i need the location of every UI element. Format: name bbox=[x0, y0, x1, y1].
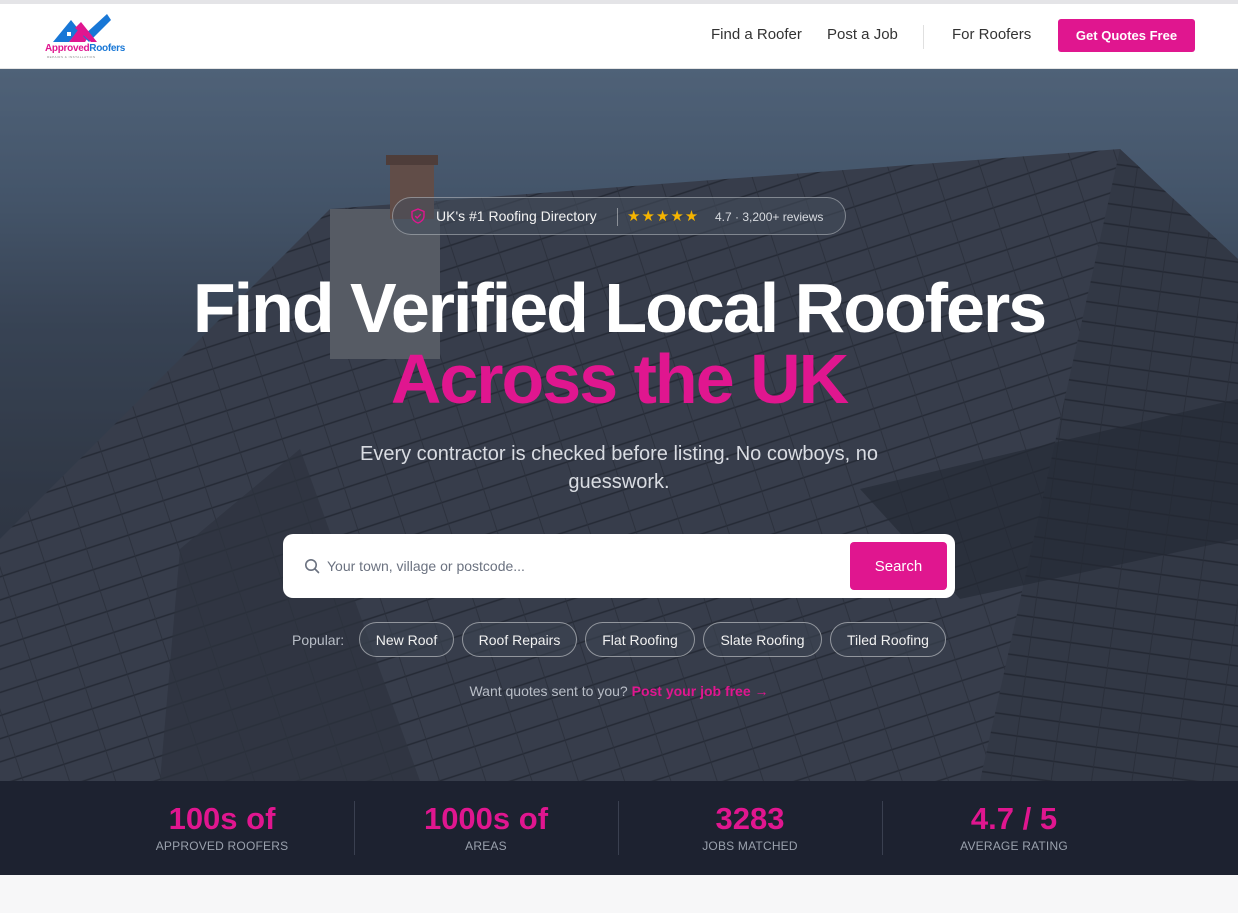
logo-wordmark: ApprovedRoofers bbox=[45, 43, 125, 54]
nav-find-a-roofer[interactable]: Find a Roofer bbox=[711, 26, 802, 43]
stat-value: 1000s of bbox=[423, 801, 549, 836]
stat-value: 4.7 / 5 bbox=[970, 801, 1058, 836]
directory-badge: UK's #1 Roofing Directory ★★★★★ 4.7 · 3,… bbox=[392, 197, 846, 235]
chip-new-roof[interactable]: New Roof bbox=[359, 622, 454, 657]
chip-slate-roofing[interactable]: Slate Roofing bbox=[703, 622, 822, 657]
nav-divider bbox=[923, 25, 924, 49]
post-job-prompt: Want quotes sent to you? Post your job f… bbox=[0, 683, 1238, 699]
stat-label: Areas bbox=[465, 839, 507, 853]
hero-overlay bbox=[0, 69, 1238, 781]
location-search-input[interactable] bbox=[327, 550, 837, 582]
stat-value: 100s of bbox=[168, 801, 276, 836]
stat-areas: 1000s of Areas bbox=[354, 781, 618, 875]
hero-section: UK's #1 Roofing Directory ★★★★★ 4.7 · 3,… bbox=[0, 69, 1238, 781]
logo-tagline: REPAIRS & INSTALLATION bbox=[47, 55, 96, 59]
badge-text: UK's #1 Roofing Directory bbox=[436, 208, 597, 224]
hero-title-line1: Find Verified Local Roofers bbox=[192, 269, 1047, 347]
star-rating-icon: ★★★★★ bbox=[627, 208, 700, 225]
stat-jobs-matched: 3283 Jobs Matched bbox=[618, 781, 882, 875]
popular-label: Popular: bbox=[292, 632, 345, 648]
search-button[interactable]: Search bbox=[850, 542, 947, 590]
chip-flat-roofing[interactable]: Flat Roofing bbox=[585, 622, 695, 657]
stat-label: Jobs Matched bbox=[702, 839, 798, 853]
stats-bar: 100s of Approved Roofers 1000s of Areas … bbox=[0, 781, 1238, 875]
chip-roof-repairs[interactable]: Roof Repairs bbox=[462, 622, 577, 657]
chip-tiled-roofing[interactable]: Tiled Roofing bbox=[830, 622, 946, 657]
hero-subtitle: Every contractor is checked before listi… bbox=[359, 443, 879, 493]
hero-title-line2: Across the UK bbox=[390, 340, 849, 418]
site-header: ApprovedRoofers REPAIRS & INSTALLATION F… bbox=[0, 4, 1238, 69]
roof-logo-icon bbox=[53, 14, 111, 42]
badge-rating: 4.7 · 3,200+ reviews bbox=[715, 210, 824, 224]
post-job-link[interactable]: Post your job free → bbox=[632, 683, 769, 699]
stat-label: Average Rating bbox=[960, 839, 1068, 853]
stat-label: Approved Roofers bbox=[155, 839, 289, 853]
post-job-text: Want quotes sent to you? bbox=[469, 683, 628, 699]
search-icon bbox=[305, 559, 320, 574]
nav-for-roofers[interactable]: For Roofers bbox=[952, 26, 1031, 43]
logo[interactable]: ApprovedRoofers REPAIRS & INSTALLATION bbox=[45, 14, 125, 60]
badge-separator bbox=[617, 208, 618, 226]
stat-average-rating: 4.7 / 5 Average Rating bbox=[882, 781, 1146, 875]
nav-post-a-job[interactable]: Post a Job bbox=[827, 26, 898, 43]
search-bar: Search bbox=[283, 534, 955, 598]
shield-check-icon bbox=[411, 208, 425, 224]
stat-value: 3283 bbox=[715, 801, 785, 836]
get-quotes-button[interactable]: Get Quotes Free bbox=[1058, 19, 1195, 52]
stat-approved-roofers: 100s of Approved Roofers bbox=[90, 781, 354, 875]
